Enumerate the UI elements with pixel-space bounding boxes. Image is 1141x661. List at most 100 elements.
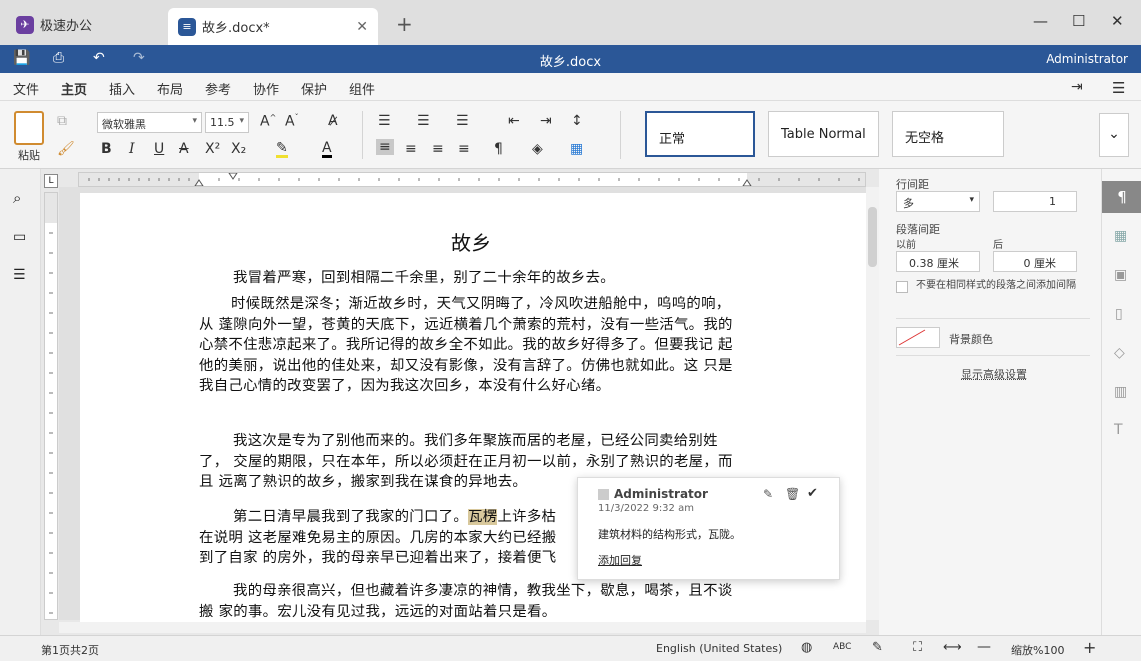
navigation-icon[interactable]: ☰ — [13, 267, 26, 283]
tab-home[interactable]: ✈ 极速办公 — [6, 8, 164, 41]
menu-home[interactable]: 主页 — [61, 79, 87, 103]
styles-expand-icon[interactable]: ⌄ — [1099, 113, 1129, 157]
table-settings-icon[interactable]: ▦ — [1114, 228, 1127, 244]
line-spacing-mode-select[interactable]: 多 ▾ — [896, 191, 980, 212]
left-sidebar: ⌕ ▭ ☰ — [0, 169, 41, 635]
edit-comment-icon[interactable]: ✎ — [763, 487, 773, 501]
separator — [362, 111, 363, 159]
font-size-select[interactable]: 11.5 ▾ — [205, 112, 249, 133]
document-icon: ≡ — [178, 18, 196, 36]
menu-layout[interactable]: 布局 — [157, 79, 183, 98]
subscript-icon[interactable]: X₂ — [231, 141, 246, 157]
scroll-thumb[interactable] — [868, 207, 877, 267]
clear-format-icon[interactable]: A̷ — [328, 113, 338, 129]
tab-document[interactable]: ≡ 故乡.docx* ✕ — [168, 8, 378, 45]
copy-icon[interactable]: ⧉ — [57, 113, 67, 129]
menu-file[interactable]: 文件 — [13, 79, 39, 98]
highlight-color-icon[interactable]: ✎ — [276, 141, 288, 158]
status-bar: 第1页共2页 English (United States) ◍ ABC ✎ ⛶… — [0, 635, 1141, 661]
chart-settings-icon[interactable]: ▥ — [1114, 384, 1127, 400]
maximize-button[interactable]: ☐ — [1072, 12, 1085, 30]
font-size-value: 11.5 — [210, 116, 235, 129]
close-window-button[interactable]: ✕ — [1111, 12, 1124, 30]
paragraph-4[interactable]: 第二日清早晨我到了我家的门口了。瓦楞上许多枯 在说明 这老屋难免易主的原因。几房… — [199, 507, 577, 569]
background-color-label: 背景颜色 — [949, 331, 993, 347]
paragraph-marks-icon[interactable]: ¶ — [494, 141, 503, 157]
format-painter-icon[interactable]: 🖌 — [57, 141, 75, 157]
horizontal-scrollbar[interactable] — [59, 622, 866, 633]
add-reply-link[interactable]: 添加回复 — [598, 552, 642, 568]
search-icon[interactable]: ⌕ — [13, 189, 21, 207]
paragraph-2[interactable]: 时候既然是深冬；渐近故乡时，天气又阴晦了，冷风吹进船舱中，呜呜的响，从 蓬隙向外… — [199, 294, 744, 397]
right-sidebar-tabs: ¶ ▦ ▣ ▯ ◇ ▥ T — [1101, 169, 1141, 635]
vertical-scrollbar[interactable] — [866, 187, 879, 620]
minimize-button[interactable]: — — [1033, 12, 1048, 30]
language-selector[interactable]: English (United States) — [656, 642, 782, 655]
tab-stop-selector[interactable]: L — [44, 174, 58, 188]
open-location-icon[interactable]: ⇥ — [1071, 79, 1083, 95]
background-color-picker[interactable] — [896, 327, 940, 348]
line-spacing-value-input[interactable]: 1 — [993, 191, 1077, 212]
comments-icon[interactable]: ▭ — [13, 229, 26, 245]
no-spacing-checkbox[interactable] — [896, 281, 908, 293]
line-spacing-icon[interactable]: ↕ — [571, 113, 583, 129]
delete-comment-icon[interactable]: 🗑 — [785, 487, 800, 501]
increase-font-icon[interactable]: A^ — [260, 113, 276, 130]
align-center-icon[interactable]: ≡ — [405, 141, 417, 157]
text-art-icon[interactable]: T — [1114, 422, 1123, 438]
hamburger-menu-icon[interactable]: ☰ — [1112, 79, 1125, 97]
shape-settings-icon[interactable]: ◇ — [1114, 345, 1125, 361]
fit-width-icon[interactable]: ⟷ — [943, 640, 962, 655]
horizontal-ruler[interactable] — [78, 172, 866, 187]
bullets-icon[interactable]: ☰ — [378, 113, 391, 129]
paragraph-5[interactable]: 我的母亲很高兴，但也藏着许多凄凉的神情，教我坐下，歇息，喝茶，且不谈搬 家的事。… — [199, 581, 744, 621]
commented-text[interactable]: 瓦楞 — [468, 509, 497, 525]
align-left-icon[interactable]: ≡ — [376, 139, 394, 155]
paste-icon[interactable] — [14, 111, 44, 145]
paragraph-4-rest: 上许多枯 — [497, 509, 556, 525]
spacing-before-input[interactable]: 0.38 厘米 — [896, 251, 980, 272]
menu-plugins[interactable]: 组件 — [349, 79, 375, 98]
underline-icon[interactable]: U — [154, 141, 164, 157]
header-footer-icon[interactable]: ▯ — [1115, 306, 1123, 322]
paragraph-1[interactable]: 我冒着严寒，回到相隔二千余里，别了二十余年的故乡去。 — [199, 268, 744, 289]
zoom-out-button[interactable]: — — [977, 639, 991, 655]
superscript-icon[interactable]: X² — [205, 141, 220, 157]
spacing-after-input[interactable]: 0 厘米 — [993, 251, 1077, 272]
shading-icon[interactable]: ◈ — [532, 141, 543, 157]
new-tab-button[interactable]: + — [396, 12, 413, 36]
multilevel-list-icon[interactable]: ☰ — [456, 113, 469, 129]
image-settings-icon[interactable]: ▣ — [1114, 267, 1127, 283]
style-no-spacing[interactable]: 无空格 — [892, 111, 1004, 157]
align-right-icon[interactable]: ≡ — [432, 141, 444, 157]
strikethrough-icon[interactable]: A — [179, 141, 189, 157]
style-table-normal[interactable]: Table Normal — [768, 111, 879, 157]
spellcheck-icon[interactable]: ABC — [833, 642, 851, 652]
close-tab-icon[interactable]: ✕ — [356, 19, 368, 35]
zoom-in-button[interactable]: + — [1083, 638, 1096, 657]
menu-references[interactable]: 参考 — [205, 79, 231, 98]
decrease-indent-icon[interactable]: ⇤ — [508, 113, 520, 129]
font-color-icon[interactable]: A — [322, 141, 332, 158]
increase-indent-icon[interactable]: ⇥ — [540, 113, 552, 129]
numbering-icon[interactable]: ☰ — [417, 113, 430, 129]
paragraph-settings-icon[interactable]: ¶ — [1102, 181, 1141, 213]
menu-insert[interactable]: 插入 — [109, 79, 135, 98]
vertical-ruler-ticks — [45, 193, 57, 619]
document-heading[interactable]: 故乡 — [451, 233, 511, 254]
resolve-comment-icon[interactable]: ✔ — [807, 486, 818, 501]
vertical-ruler[interactable] — [44, 192, 58, 620]
track-changes-icon[interactable]: ✎ — [872, 640, 883, 655]
menu-protect[interactable]: 保护 — [301, 79, 327, 98]
advanced-settings-link[interactable]: 显示高级设置 — [961, 366, 1027, 382]
decrease-font-icon[interactable]: Aˇ — [285, 113, 299, 130]
borders-icon[interactable]: ▦ — [570, 141, 583, 157]
style-normal[interactable]: 正常 — [645, 111, 755, 157]
menu-collaborate[interactable]: 协作 — [253, 79, 279, 98]
fit-page-icon[interactable]: ⛶ — [913, 640, 922, 655]
justify-icon[interactable]: ≡ — [458, 141, 470, 157]
font-name-select[interactable]: 微软雅黑 ▾ — [97, 112, 202, 133]
globe-icon[interactable]: ◍ — [801, 640, 812, 655]
italic-icon[interactable]: I — [129, 141, 135, 157]
bold-icon[interactable]: B — [101, 141, 112, 157]
